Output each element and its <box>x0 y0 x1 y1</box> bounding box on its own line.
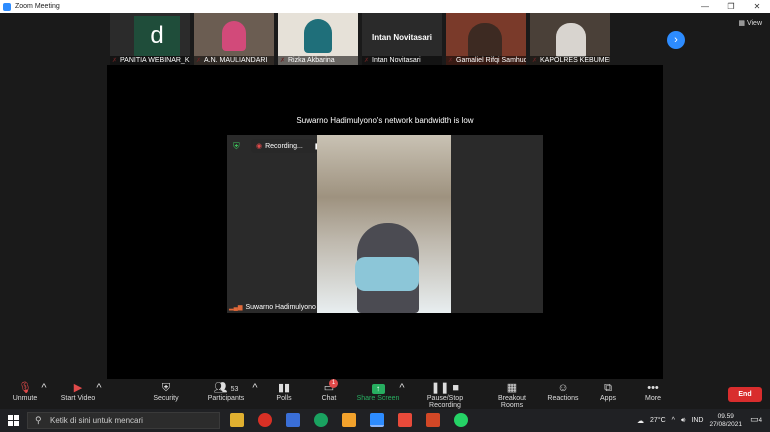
participants-count: 53 <box>230 386 239 393</box>
speaker-video <box>317 135 451 313</box>
end-meeting-button[interactable]: End <box>728 387 762 402</box>
audio-options-caret[interactable]: ^ <box>40 381 48 395</box>
participant-caption: Intan Novitasari <box>371 33 432 42</box>
polls-button[interactable]: ▮▮ Polls <box>272 381 296 402</box>
window-titlebar: Zoom Meeting — ❐ ✕ <box>0 0 770 13</box>
more-dots-icon: ••• <box>647 382 659 394</box>
bar-chart-icon: ▮▮ <box>277 382 291 394</box>
view-button[interactable]: ▦ View <box>738 19 762 27</box>
speaker-video-frame: ⛨ ◉ Recording... ❚❚ ■ ▂▄▆ Suwarno Hadimu… <box>227 135 543 313</box>
weather-icon: ☁ <box>637 417 645 425</box>
share-options-caret[interactable]: ^ <box>398 381 406 395</box>
app-icon[interactable] <box>286 413 300 427</box>
notifications-icon[interactable]: ▭4 <box>750 414 762 425</box>
participants-button[interactable]: 👥︎ 53 Participants <box>204 381 248 402</box>
chevron-up-icon: ^ <box>41 382 47 394</box>
language-indicator[interactable]: IND <box>691 417 703 424</box>
share-arrow-icon: ↑ <box>371 384 385 394</box>
pause-stop-icon: ❚❚ ■ <box>430 382 460 394</box>
meeting-toolbar: 🎙︎ Unmute ^ ▶ Start Video ^ ⛨ Security 👥︎ 5… <box>0 379 770 409</box>
app-icon[interactable] <box>398 413 412 427</box>
pause-stop-recording-button[interactable]: ❚❚ ■ Pause/Stop Recording <box>410 381 480 409</box>
more-button[interactable]: ••• More <box>640 381 666 402</box>
shield-icon: ⛨ <box>233 141 240 151</box>
zoom-taskbar-icon[interactable] <box>370 413 384 427</box>
system-tray: ☁ 27°C ^ 🔊︎ IND 09.59 27/08/2021 <box>637 409 742 432</box>
chevron-up-icon: ^ <box>399 382 405 394</box>
zoom-app-icon <box>3 2 11 11</box>
participant-tile[interactable]: ✗ KAPOLRES KEBUMEN <box>530 13 610 66</box>
smiley-icon: ☺ <box>557 382 569 394</box>
shield-icon: ⛨ <box>161 382 171 394</box>
meeting-stage: d ✗ PANITIA WEBINAR_KK... ✗ A.N. MAULIAN… <box>0 13 770 379</box>
next-page-button[interactable]: › <box>667 31 685 49</box>
chevron-up-icon: ^ <box>252 382 258 394</box>
chat-icon: ▭ 1 <box>322 379 338 395</box>
notification-count: 4 <box>758 418 762 424</box>
participants-options-caret[interactable]: ^ <box>251 381 259 395</box>
avatar: d <box>134 16 180 56</box>
powerpoint-icon[interactable] <box>426 413 440 427</box>
record-dot-icon: ◉ <box>256 143 263 150</box>
search-icon: ⚲ <box>35 415 42 425</box>
windows-start-icon[interactable] <box>8 415 19 426</box>
reactions-button[interactable]: ☺ Reactions <box>545 381 581 402</box>
chat-badge: 1 <box>329 379 338 388</box>
speaker-name: Suwarno Hadimulyono <box>245 304 316 311</box>
window-title: Zoom Meeting <box>15 3 60 10</box>
participant-video <box>222 21 246 51</box>
chevron-up-icon: ^ <box>96 382 102 394</box>
bandwidth-notice: Suwarno Hadimulyono's network bandwidth … <box>296 116 474 125</box>
face-mask <box>355 257 419 291</box>
file-explorer-icon[interactable] <box>230 413 244 427</box>
clock-time: 09.59 <box>717 412 734 420</box>
apps-button[interactable]: ⧉ Apps <box>596 381 620 402</box>
chevron-right-icon: › <box>674 34 678 46</box>
chrome-icon[interactable] <box>258 413 272 427</box>
speaker-label: ▂▄▆ Suwarno Hadimulyono <box>229 304 316 311</box>
chrome-icon[interactable] <box>314 413 328 427</box>
video-off-icon: ▶ <box>73 382 83 394</box>
participant-tile[interactable]: ✗ Rizka Akbarina <box>278 13 358 66</box>
whatsapp-icon[interactable] <box>454 413 468 427</box>
windows-taskbar: ⚲ Ketik di sini untuk mencari ☁ 27°C ^ 🔊… <box>0 409 770 432</box>
share-screen-button[interactable]: ↑ Share Screen <box>356 381 400 402</box>
participant-tile[interactable]: d ✗ PANITIA WEBINAR_KK... <box>110 13 190 66</box>
grid-icon: ▦ <box>738 20 747 27</box>
taskbar-search-box[interactable]: ⚲ Ketik di sini untuk mencari <box>27 412 220 429</box>
unmute-button[interactable]: 🎙︎ Unmute <box>10 381 40 402</box>
window-controls: — ❐ ✕ <box>692 0 770 13</box>
signal-bars-icon: ▂▄▆ <box>229 305 243 311</box>
participants-icon: 👥︎ 53 <box>213 382 239 394</box>
close-button[interactable]: ✕ <box>744 0 770 13</box>
view-label: View <box>746 20 762 27</box>
participant-video <box>556 23 586 57</box>
search-placeholder: Ketik di sini untuk mencari <box>50 416 143 425</box>
maximize-button[interactable]: ❐ <box>718 0 744 13</box>
participant-tile[interactable]: Intan Novitasari ✗ Intan Novitasari <box>362 13 442 66</box>
clock-date: 27/08/2021 <box>709 420 742 428</box>
chevron-up-icon[interactable]: ^ <box>672 417 675 424</box>
participant-strip: d ✗ PANITIA WEBINAR_KK... ✗ A.N. MAULIAN… <box>110 13 610 66</box>
chat-button[interactable]: ▭ 1 Chat <box>316 379 342 402</box>
taskbar-clock[interactable]: 09.59 27/08/2021 <box>709 413 742 429</box>
participant-tile[interactable]: ✗ Gamaliel Rifqi Samhudi <box>446 13 526 66</box>
participant-tile[interactable]: ✗ A.N. MAULIANDARI <box>194 13 274 66</box>
apps-icon: ⧉ <box>604 382 612 394</box>
participant-video <box>468 23 502 57</box>
participant-video <box>304 19 332 53</box>
recording-label: Recording... <box>265 142 303 150</box>
start-video-button[interactable]: ▶ Start Video <box>58 381 98 402</box>
muted-mic-icon: 🎙︎ <box>18 382 32 394</box>
security-button[interactable]: ⛨ Security <box>148 381 184 402</box>
active-speaker-area: Suwarno Hadimulyono's network bandwidth … <box>107 65 663 379</box>
breakout-rooms-button[interactable]: ▦ Breakout Rooms <box>486 381 538 409</box>
app-icon[interactable] <box>342 413 356 427</box>
grid-icon: ▦ <box>506 382 518 394</box>
weather-temp: 27°C <box>650 417 666 424</box>
video-options-caret[interactable]: ^ <box>95 381 103 395</box>
minimize-button[interactable]: — <box>692 0 718 13</box>
volume-icon[interactable]: 🔊︎ <box>681 417 685 425</box>
